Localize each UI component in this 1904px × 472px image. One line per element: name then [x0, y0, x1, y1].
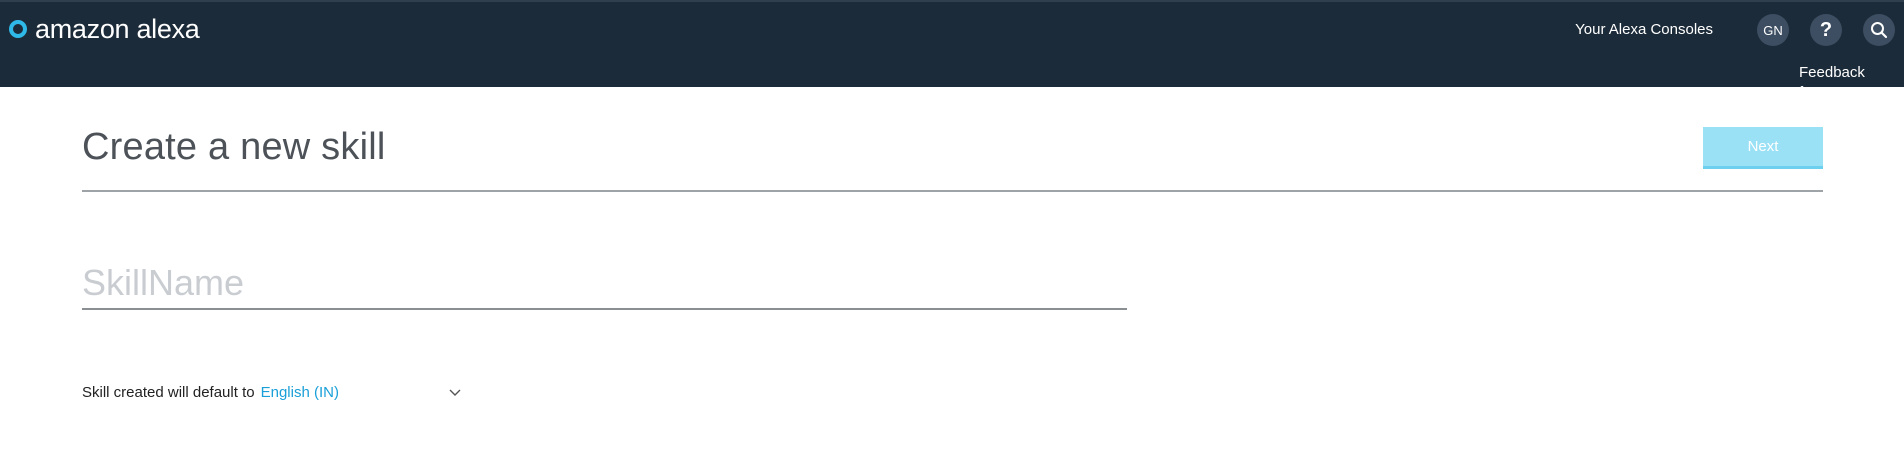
skill-name-input[interactable] — [82, 258, 1127, 310]
brand-name: amazon alexa — [35, 14, 200, 44]
user-avatar-button[interactable]: GN — [1757, 14, 1789, 46]
chevron-down-icon — [449, 389, 461, 396]
search-icon — [1871, 22, 1888, 39]
default-locale-label: Skill created will default to — [82, 384, 255, 401]
page-title: Create a new skill — [82, 126, 386, 168]
locale-dropdown[interactable]: English (IN) — [261, 383, 461, 403]
search-button[interactable] — [1863, 14, 1895, 46]
avatar-initials: GN — [1763, 22, 1783, 38]
help-icon: ? — [1819, 18, 1833, 41]
next-button[interactable]: Next — [1703, 127, 1823, 169]
locale-selected-value: English (IN) — [260, 384, 339, 401]
consoles-menu-link[interactable]: Your Alexa Consoles — [1575, 20, 1713, 40]
title-divider — [82, 190, 1823, 192]
top-nav-bar: amazon alexa Your Alexa Consoles GN ? Fe… — [0, 0, 1904, 101]
alexa-logo-icon — [9, 20, 27, 38]
default-locale-row: Skill created will default to English (I… — [82, 383, 461, 403]
help-button[interactable]: ? — [1810, 14, 1842, 46]
alexa-logo[interactable]: amazon alexa — [9, 14, 200, 44]
feedback-forum-link[interactable]: Feedback forum — [1799, 63, 1904, 103]
